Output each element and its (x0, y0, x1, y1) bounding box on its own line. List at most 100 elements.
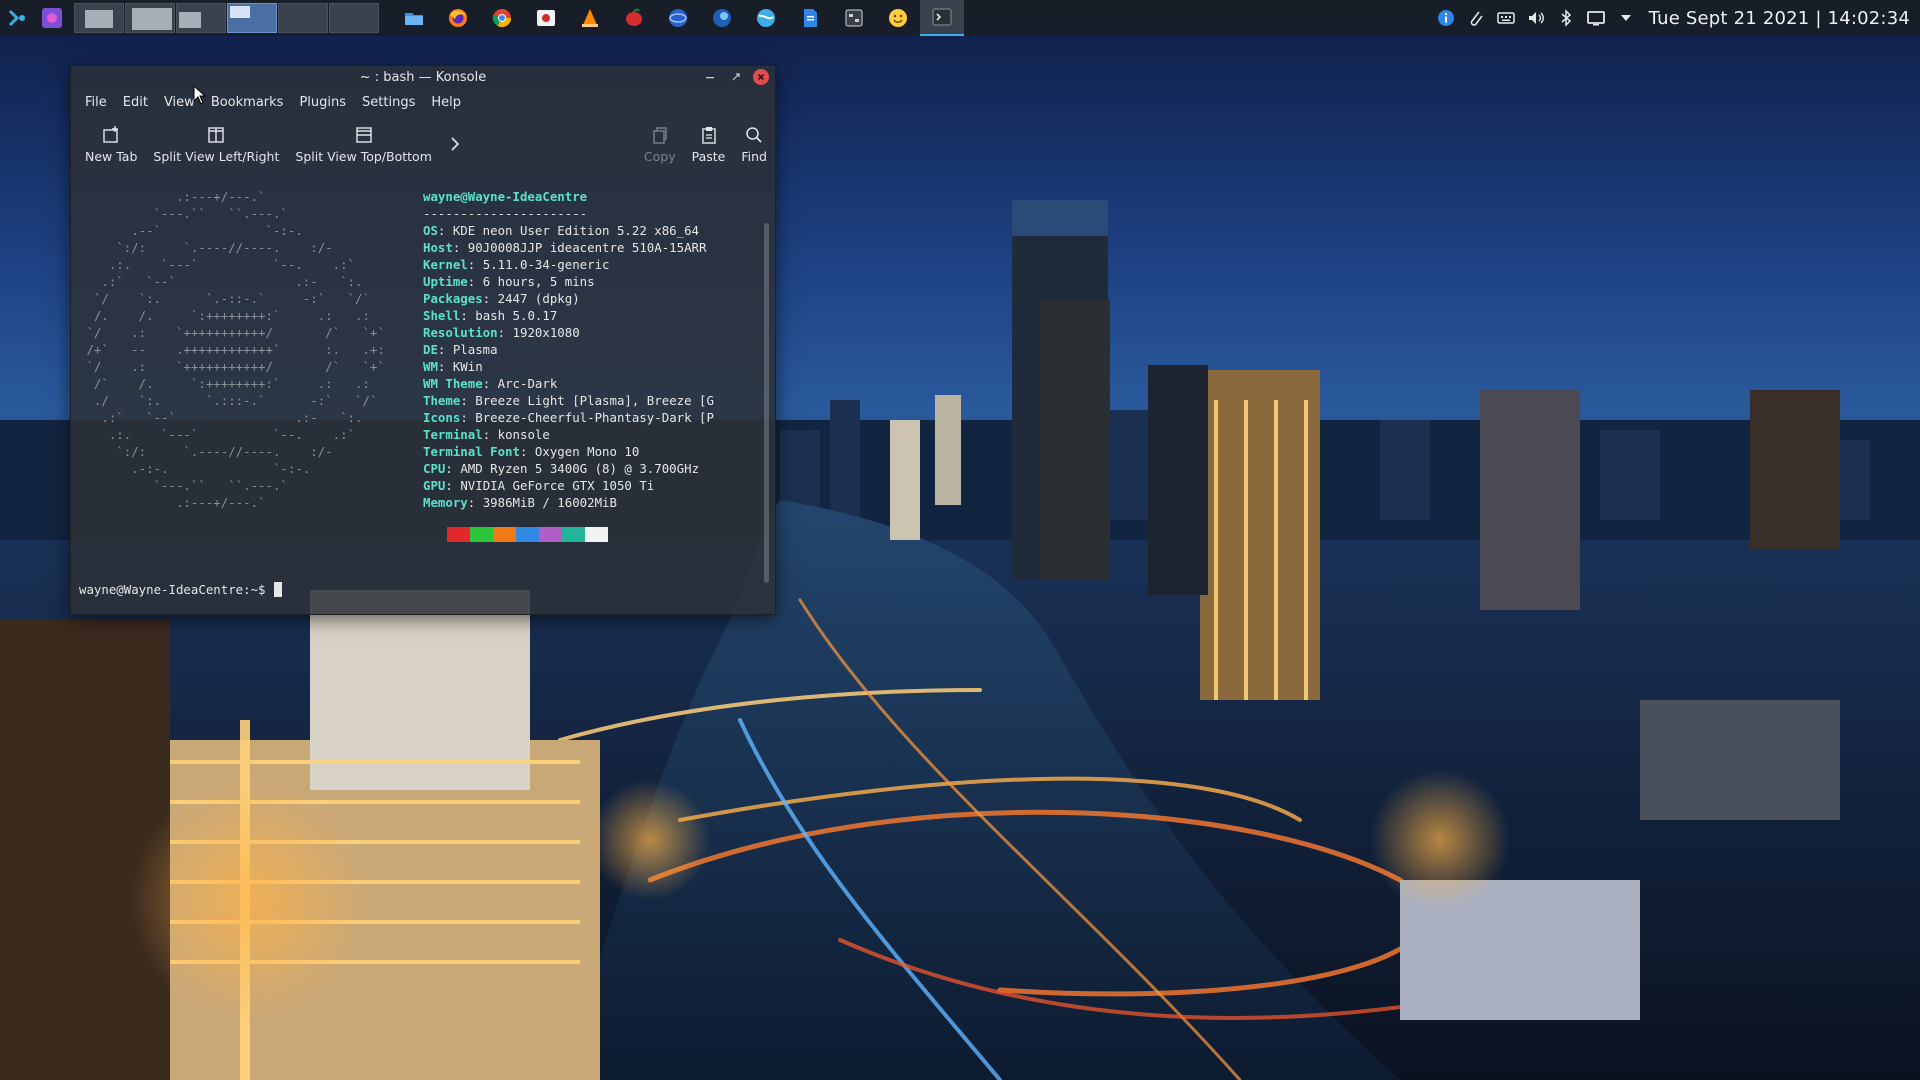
info-key: Host (423, 240, 453, 255)
pager-desktop-6[interactable] (329, 3, 379, 33)
show-desktop-button[interactable] (34, 0, 70, 36)
menu-bar: File Edit View Bookmarks Plugins Setting… (71, 88, 775, 118)
window-title: ~ : bash — Konsole (359, 69, 487, 85)
digital-clock[interactable]: Tue Sept 21 2021 | 14:02:34 (1649, 8, 1910, 29)
chevron-right-icon (451, 137, 460, 151)
info-row: DE: Plasma (423, 341, 753, 358)
menu-plugins[interactable]: Plugins (291, 91, 354, 115)
window-titlebar[interactable]: ~ : bash — Konsole (71, 66, 775, 88)
split-view-top-bottom-button[interactable]: Split View Top/Bottom (287, 119, 439, 169)
info-row: Packages: 2447 (dpkg) (423, 290, 753, 307)
info-key: Terminal (423, 427, 483, 442)
info-value: bash 5.0.17 (475, 308, 558, 323)
info-value: 6 hours, 5 mins (482, 274, 595, 289)
info-value: Breeze-Cheerful-Phantasy-Dark [P (475, 410, 714, 425)
info-colon: : (437, 359, 453, 374)
task-document[interactable] (788, 0, 832, 36)
neofetch-ascii-logo: .:---+/---.` `---.`` ``.---.` .--` `-:-.… (86, 189, 385, 510)
document-icon (804, 9, 817, 27)
task-dolphin[interactable] (392, 0, 436, 36)
info-colon: : (452, 240, 468, 255)
search-icon (746, 127, 762, 143)
info-colon: : (460, 410, 476, 425)
menu-edit[interactable]: Edit (115, 91, 156, 115)
minimize-button[interactable] (701, 69, 719, 85)
task-konsole[interactable] (920, 0, 964, 36)
new-tab-button[interactable]: New Tab (77, 119, 145, 169)
info-key: Memory (423, 495, 468, 510)
info-value: 1920x1080 (512, 325, 580, 340)
terminal-view[interactable]: .:---+/---.` `---.`` ``.---.` .--` `-:-.… (73, 184, 765, 610)
maximize-button[interactable] (727, 69, 745, 85)
info-key: Terminal Font (423, 444, 520, 459)
maximize-icon (732, 73, 740, 81)
task-vlc[interactable] (568, 0, 612, 36)
blue-globe-app-icon (669, 9, 687, 27)
info-row: Shell: bash 5.0.17 (423, 307, 753, 324)
toolbar-overflow-button[interactable] (440, 136, 470, 152)
pager-desktop-3[interactable] (176, 3, 226, 33)
volume-icon (1528, 12, 1544, 24)
info-colon: : (482, 427, 498, 442)
split-view-left-right-button[interactable]: Split View Left/Right (145, 119, 287, 169)
tray-expand[interactable] (1611, 0, 1641, 36)
vlc-icon (582, 9, 598, 27)
task-blue-globe[interactable] (656, 0, 700, 36)
task-system-settings[interactable] (832, 0, 876, 36)
task-web-browser[interactable] (744, 0, 788, 36)
application-launcher[interactable] (0, 0, 34, 36)
bluetooth-icon (1561, 9, 1571, 27)
task-emoji-app[interactable] (876, 0, 920, 36)
tray-bluetooth[interactable] (1551, 0, 1581, 36)
info-row: Icons: Breeze-Cheerful-Phantasy-Dark [P (423, 409, 753, 426)
menu-settings[interactable]: Settings (354, 91, 423, 115)
task-blue-bird[interactable] (700, 0, 744, 36)
task-firefox[interactable] (436, 0, 480, 36)
info-key: Shell (423, 308, 461, 323)
find-button[interactable]: Find (733, 119, 775, 169)
tray-clipboard[interactable] (1461, 0, 1491, 36)
menu-help[interactable]: Help (423, 91, 469, 115)
info-row: WM: KWin (423, 358, 753, 375)
info-value: 3986MiB / 16002MiB (482, 495, 617, 510)
info-row: Resolution: 1920x1080 (423, 324, 753, 341)
tray-info[interactable] (1431, 0, 1461, 36)
info-value: Oxygen Mono 10 (534, 444, 640, 459)
info-row: Uptime: 6 hours, 5 mins (423, 273, 753, 290)
tray-keyboard[interactable] (1491, 0, 1521, 36)
color-swatch (447, 527, 470, 542)
copy-icon (653, 127, 667, 144)
paste-button[interactable]: Paste (684, 119, 734, 169)
terminal-scrollbar[interactable] (764, 223, 769, 583)
menu-file[interactable]: File (77, 91, 115, 115)
display-icon (1586, 11, 1605, 26)
color-swatch (562, 527, 585, 542)
tray-display[interactable] (1581, 0, 1611, 36)
close-button[interactable] (753, 69, 769, 85)
firefox-icon (449, 9, 467, 27)
task-red-app[interactable] (612, 0, 656, 36)
info-key: Theme (423, 393, 461, 408)
info-colon: : (460, 393, 476, 408)
tray-volume[interactable] (1521, 0, 1551, 36)
pager-desktop-2[interactable] (125, 3, 175, 33)
info-colon: : (497, 325, 513, 340)
pager-desktop-5[interactable] (278, 3, 328, 33)
mouse-pointer-icon (193, 85, 207, 105)
info-value: 5.11.0-34-generic (482, 257, 610, 272)
task-image-viewer[interactable] (524, 0, 568, 36)
system-tray: Tue Sept 21 2021 | 14:02:34 (1431, 0, 1920, 36)
copy-button[interactable]: Copy (636, 119, 684, 169)
info-colon: : (519, 444, 535, 459)
pager-desktop-4[interactable] (227, 3, 277, 33)
color-swatch (585, 527, 608, 542)
task-chrome[interactable] (480, 0, 524, 36)
image-viewer-icon (537, 10, 555, 26)
konsole-window: ~ : bash — Konsole File Edit View Bookma… (70, 65, 776, 615)
info-colon: : (445, 461, 461, 476)
info-value: Breeze Light [Plasma], Breeze [G (475, 393, 714, 408)
pager-desktop-1[interactable] (74, 3, 124, 33)
info-colon: : (467, 257, 483, 272)
info-colon: : (467, 495, 483, 510)
menu-bookmarks[interactable]: Bookmarks (203, 91, 292, 115)
